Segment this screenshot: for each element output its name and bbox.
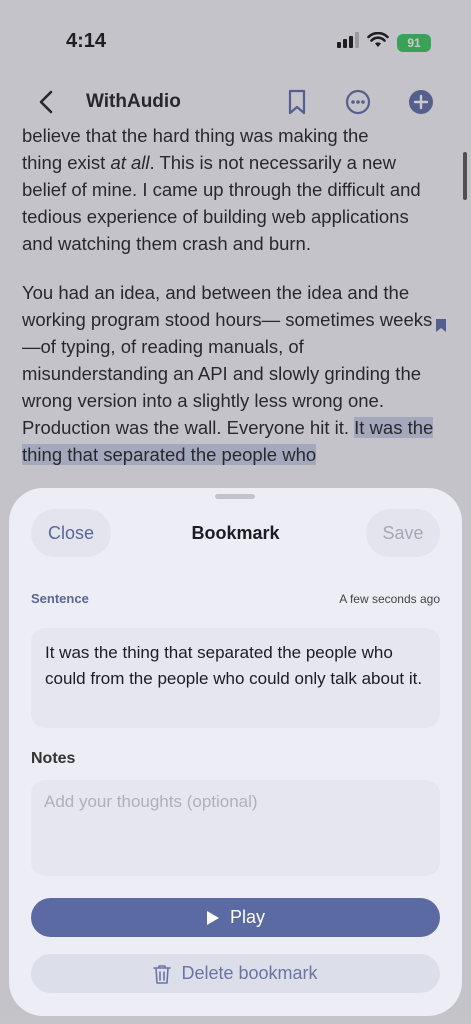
notes-field[interactable] xyxy=(31,780,440,876)
sentence-text: It was the thing that separated the peop… xyxy=(31,628,440,728)
delete-bookmark-button[interactable]: Delete bookmark xyxy=(31,954,440,993)
notes-input[interactable] xyxy=(44,792,427,812)
play-button[interactable]: Play xyxy=(31,898,440,937)
bookmark-sheet: Close Bookmark Save Sentence A few secon… xyxy=(9,488,462,1016)
trash-icon xyxy=(153,964,172,984)
timestamp: A few seconds ago xyxy=(339,592,440,606)
delete-label: Delete bookmark xyxy=(181,963,318,983)
sentence-label: Sentence xyxy=(31,591,89,606)
play-label: Play xyxy=(229,907,265,927)
sheet-grabber[interactable] xyxy=(215,494,255,499)
play-icon xyxy=(206,910,219,925)
notes-label: Notes xyxy=(31,750,76,767)
save-button[interactable]: Save xyxy=(366,509,440,557)
